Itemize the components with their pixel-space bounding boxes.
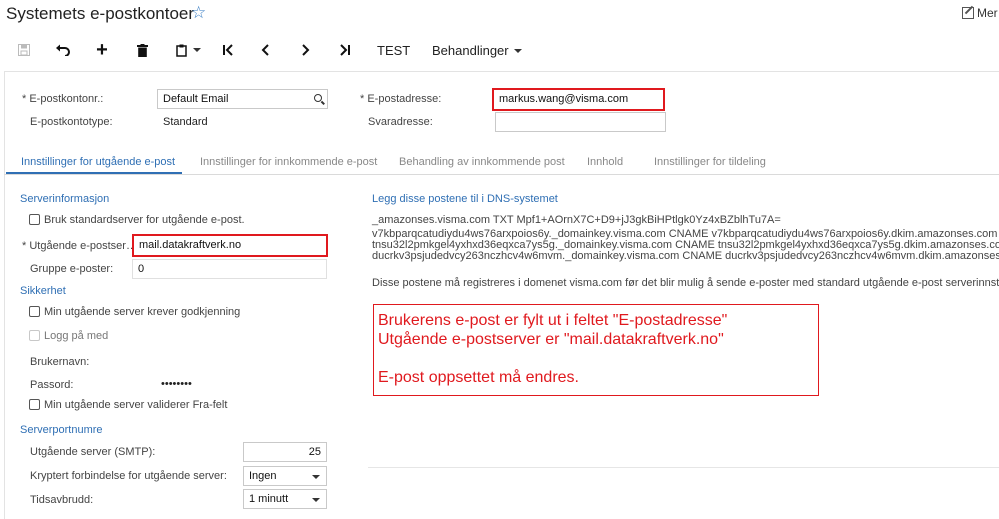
encrypted-select[interactable]: Ingen <box>243 466 327 486</box>
timeout-label: Tidsavbrudd: <box>30 494 94 506</box>
reply-label: Svaradresse: <box>368 116 433 128</box>
divider <box>368 467 999 468</box>
account-no-label: E-postkontonr.: <box>22 93 103 105</box>
use-default-checkbox[interactable]: Bruk standardserver for utgående e-post. <box>29 214 245 226</box>
checkbox-icon <box>29 306 40 317</box>
checkbox-icon <box>29 330 40 341</box>
username-label: Brukernavn: <box>30 356 90 368</box>
password-field[interactable]: •••••••• <box>161 378 192 390</box>
tab-outgoing[interactable]: Innstillinger for utgående e-post <box>21 156 175 168</box>
prev-icon[interactable] <box>258 40 274 60</box>
server-field[interactable]: mail.datakraftverk.no <box>132 234 328 257</box>
account-type-value: Standard <box>163 116 208 128</box>
actions-menu[interactable]: Behandlinger <box>432 43 522 58</box>
tab-processing[interactable]: Behandling av innkommende post <box>399 156 565 168</box>
security-title: Sikkerhet <box>20 285 66 297</box>
plus-icon[interactable]: + <box>94 39 110 61</box>
smtp-field[interactable]: 25 <box>243 442 327 462</box>
test-button[interactable]: TEST <box>377 43 410 58</box>
server-info-title: Serverinformasjon <box>20 193 110 205</box>
group-label: Gruppe e-poster: <box>30 263 114 275</box>
copy-paste-icon[interactable] <box>172 40 204 60</box>
port-title: Serverportnumre <box>20 424 103 436</box>
server-label: Utgående e-postser… <box>22 240 137 252</box>
login-checkbox[interactable]: Logg på med <box>29 330 108 342</box>
tab-incoming[interactable]: Innstillinger for innkommende e-post <box>200 156 377 168</box>
annotation-line: Utgående e-postserver er "mail.datakraft… <box>378 331 724 348</box>
divider <box>4 71 5 519</box>
checkbox-icon <box>29 214 40 225</box>
more-button[interactable]: Mer <box>962 6 998 20</box>
password-label: Passord: <box>30 379 74 391</box>
trash-icon[interactable] <box>134 40 150 60</box>
timeout-select[interactable]: 1 minutt <box>243 489 327 509</box>
dns-record: _amazonses.visma.com TXT Mpf1+AOrnX7C+D9… <box>372 214 781 226</box>
validate-from-checkbox[interactable]: Min utgående server validerer Fra-felt <box>29 399 227 411</box>
chevron-down-icon <box>513 49 522 53</box>
edit-icon <box>962 7 974 19</box>
email-field[interactable]: markus.wang@visma.com <box>492 88 665 111</box>
star-icon[interactable]: ☆ <box>191 3 206 23</box>
account-no-field[interactable]: Default Email <box>157 89 328 109</box>
dns-record: ducrkv3psjudedvcy263nczhcv4w6mvm._domain… <box>372 250 999 262</box>
annotation-line: Brukerens e-post er fylt ut i feltet "E-… <box>378 312 728 329</box>
divider <box>4 174 999 175</box>
chevron-down-icon <box>312 475 320 479</box>
checkbox-icon <box>29 399 40 410</box>
tab-content[interactable]: Innhold <box>587 156 623 168</box>
undo-icon[interactable] <box>55 40 71 60</box>
account-type-label: E-postkontotype: <box>30 116 113 128</box>
page-title: Systemets e-postkontoer <box>6 4 195 23</box>
email-label: E-postadresse: <box>360 93 441 105</box>
annotation-line: E-post oppsettet må endres. <box>378 369 579 386</box>
smtp-label: Utgående server (SMTP): <box>30 446 156 458</box>
search-icon[interactable] <box>314 94 322 102</box>
requires-auth-checkbox[interactable]: Min utgående server krever godkjenning <box>29 306 240 318</box>
first-icon[interactable] <box>220 40 236 60</box>
dns-note: Disse postene må registreres i domenet v… <box>372 277 999 289</box>
dns-title: Legg disse postene til i DNS-systemet <box>372 193 558 205</box>
last-icon[interactable] <box>337 40 353 60</box>
chevron-down-icon <box>312 498 320 502</box>
next-icon[interactable] <box>297 40 313 60</box>
reply-field[interactable] <box>495 112 666 132</box>
annotation-box: Brukerens e-post er fylt ut i feltet "E-… <box>373 304 819 396</box>
save-icon[interactable] <box>16 40 32 60</box>
tab-assignment[interactable]: Innstillinger for tildeling <box>654 156 766 168</box>
group-field[interactable]: 0 <box>132 259 327 279</box>
encrypted-label: Kryptert forbindelse for utgående server… <box>30 470 227 482</box>
divider <box>4 71 999 72</box>
